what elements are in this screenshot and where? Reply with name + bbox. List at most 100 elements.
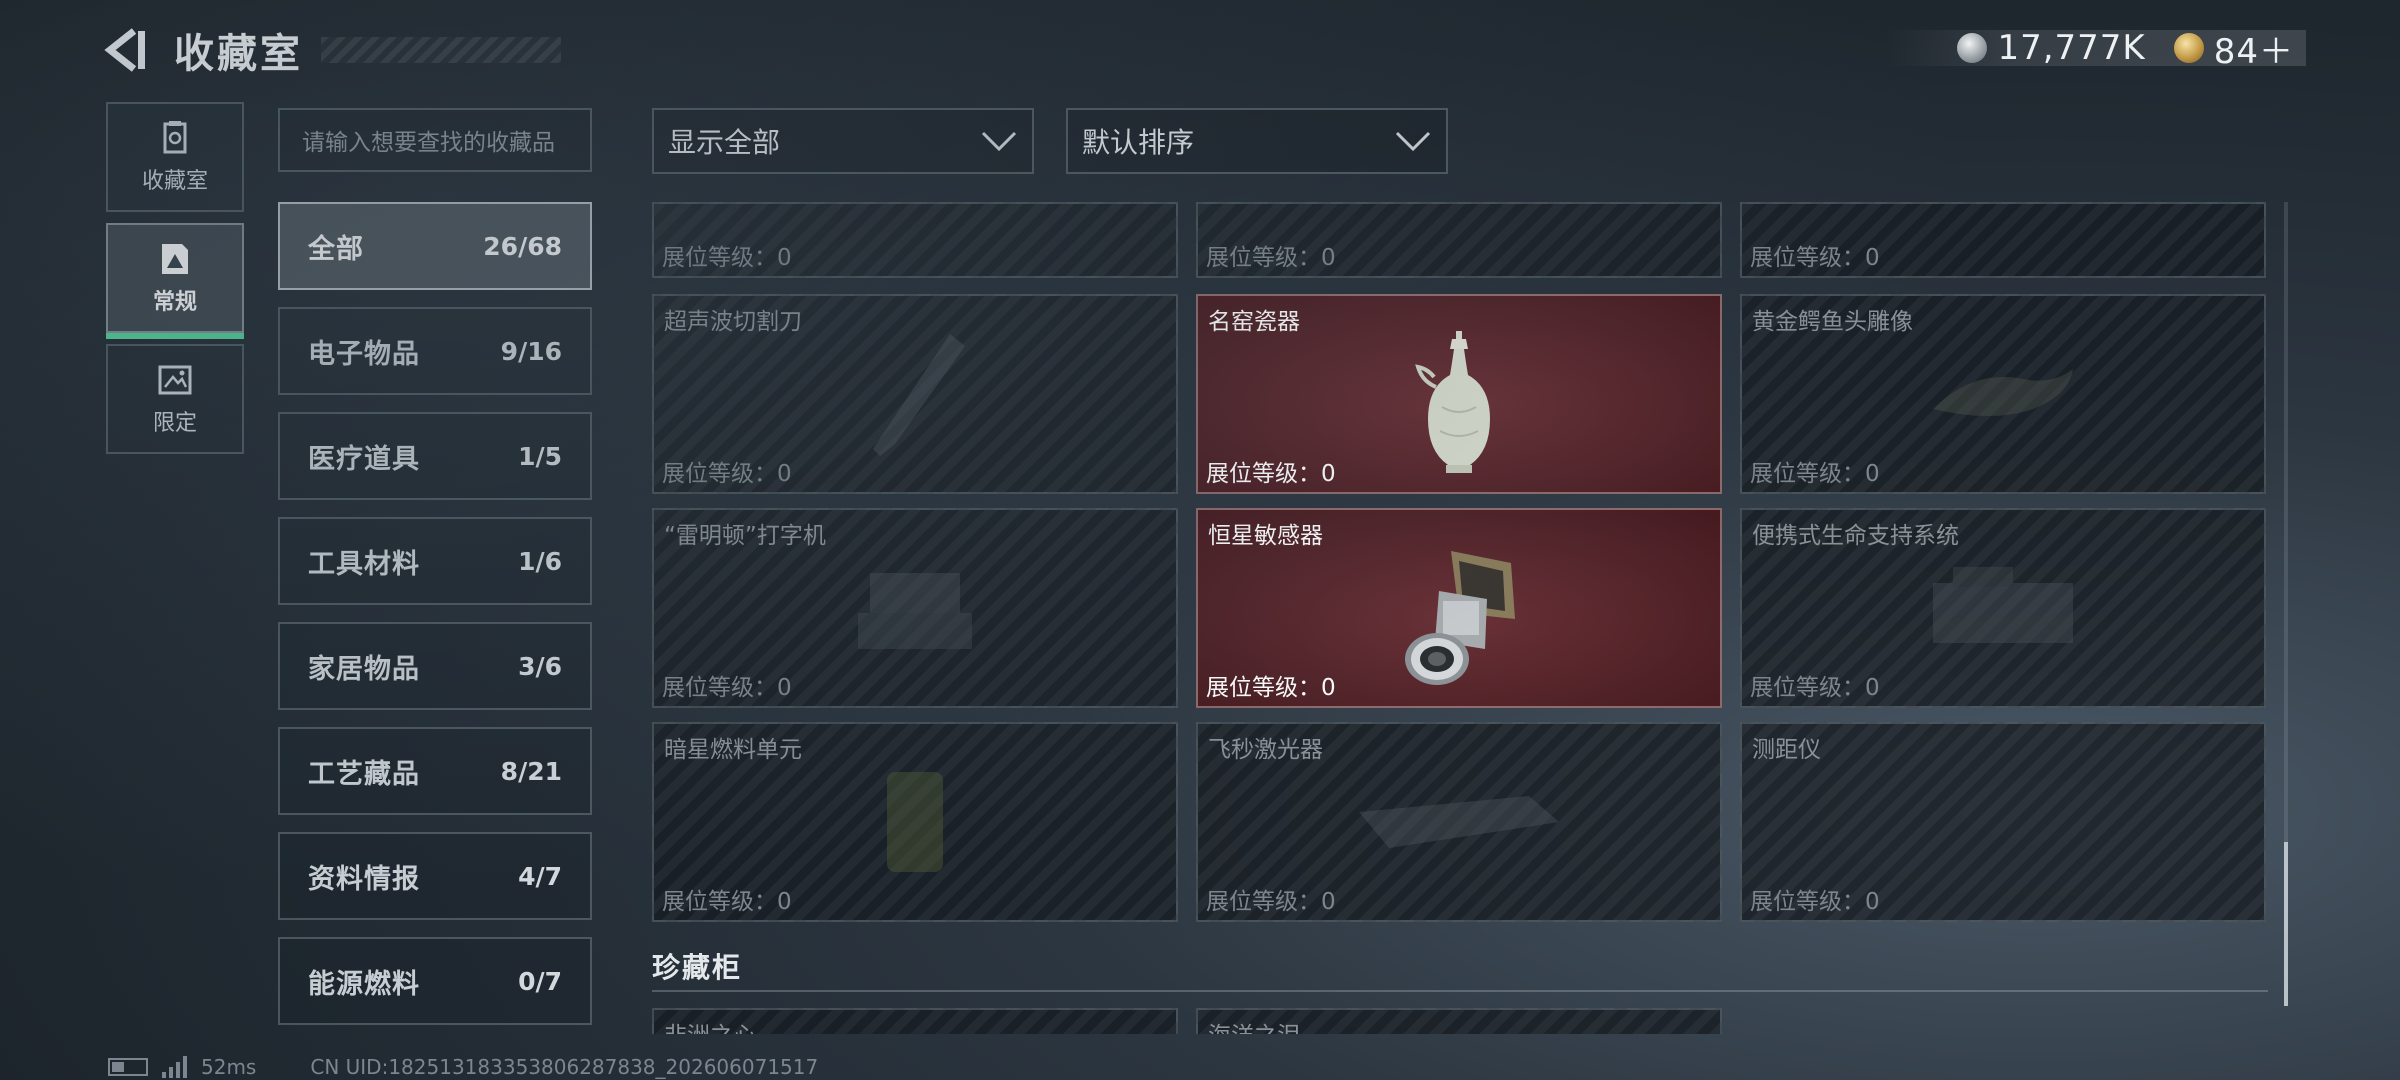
category-label: 家居物品 — [308, 653, 420, 685]
nav-label: 常规 — [152, 290, 197, 315]
side-nav: 收藏室 常规 限定 — [106, 102, 244, 465]
collection-card-owned[interactable]: 恒星敏感器 展位等级：0 — [1196, 508, 1722, 708]
dark-star-fuel-cell-silhouette-icon — [887, 772, 943, 872]
treasure-card[interactable]: 海洋之泪 — [1196, 1008, 1722, 1034]
category-tools[interactable]: 工具材料 1/6 — [278, 517, 592, 605]
nav-limited[interactable]: 限定 — [106, 344, 244, 454]
category-label: 全部 — [308, 233, 364, 265]
life-support-system-silhouette-icon — [1933, 567, 2073, 643]
item-name: 超声波切割刀 — [664, 309, 802, 335]
item-name: 海洋之泪 — [1208, 1016, 1300, 1034]
collection-card[interactable]: 超声波切割刀 展位等级：0 — [652, 294, 1178, 494]
booth-level: 展位等级：0 — [1750, 245, 1880, 271]
booth-level: 展位等级：0 — [1750, 675, 1880, 701]
limited-icon — [158, 365, 192, 395]
booth-level: 展位等级：0 — [1750, 461, 1880, 487]
item-name: 非洲之心 — [664, 1016, 756, 1034]
nav-label: 限定 — [152, 411, 197, 436]
section-title: 珍藏柜 — [652, 951, 743, 984]
collection-card[interactable]: 测距仪 展位等级：0 — [1740, 722, 2266, 922]
golden-crocodile-statue-silhouette-icon — [1933, 369, 2073, 416]
collection-room-icon — [163, 121, 187, 154]
category-label: 资料情报 — [308, 863, 420, 895]
gold-coin-icon — [2173, 33, 2204, 63]
category-energy[interactable]: 能源燃料 0/7 — [278, 937, 592, 1025]
ultrasonic-cutter-silhouette-icon — [873, 334, 965, 456]
item-name: 暗星燃料单元 — [664, 737, 802, 763]
booth-level: 展位等级：0 — [1750, 889, 1880, 915]
collection-card[interactable]: 黄金鳄鱼头雕像 展位等级：0 — [1740, 294, 2266, 494]
collection-card[interactable]: 展位等级：0 — [652, 202, 1178, 278]
ping-value: 52ms — [201, 1055, 257, 1079]
category-count: 3/6 — [518, 651, 562, 681]
grid-scrollbar[interactable] — [2284, 202, 2288, 1006]
collection-card[interactable]: 飞秒激光器 展位等级：0 — [1196, 722, 1722, 922]
category-crafts[interactable]: 工艺藏品 8/21 — [278, 727, 592, 815]
booth-level: 展位等级：0 — [1206, 675, 1336, 701]
category-label: 电子物品 — [308, 338, 420, 370]
header: 收藏室 — [104, 22, 561, 78]
category-label: 医疗道具 — [308, 443, 420, 475]
category-column: 请输入想要查找的收藏品 全部 26/68 电子物品 9/16 医疗道具 1/5 … — [278, 108, 592, 1042]
currency-bar: 17,777K 84＋ — [1886, 28, 2306, 72]
collection-card[interactable]: 便携式生命支持系统 展位等级：0 — [1740, 508, 2266, 708]
gold-currency-value[interactable]: 84＋ — [2214, 24, 2294, 73]
silver-coin-icon — [1957, 33, 1988, 63]
booth-level: 展位等级：0 — [1206, 461, 1336, 487]
battery-icon — [108, 1058, 148, 1076]
chevron-down-icon — [981, 131, 1017, 152]
category-household[interactable]: 家居物品 3/6 — [278, 622, 592, 710]
booth-level: 展位等级：0 — [1206, 889, 1336, 915]
booth-level: 展位等级：0 — [1206, 245, 1336, 271]
booth-level: 展位等级：0 — [662, 245, 792, 271]
item-name: 便携式生命支持系统 — [1752, 523, 1959, 549]
item-name: 测距仪 — [1752, 737, 1821, 763]
back-arrow-icon[interactable] — [104, 27, 148, 73]
collection-card[interactable]: 暗星燃料单元 展位等级：0 — [652, 722, 1178, 922]
collection-grid: 展位等级：0 展位等级：0 展位等级：0 超声波切割刀 展位等级：0 名窑瓷器 … — [652, 202, 2268, 1034]
booth-level: 展位等级：0 — [662, 889, 792, 915]
typewriter-silhouette-icon — [858, 573, 972, 649]
scrollbar-thumb[interactable] — [2284, 842, 2288, 1006]
section-divider — [652, 990, 2268, 992]
title-decoration — [321, 37, 561, 63]
category-count: 26/68 — [483, 231, 562, 261]
booth-level: 展位等级：0 — [662, 461, 792, 487]
item-name: 恒星敏感器 — [1208, 523, 1323, 549]
femtosecond-laser-silhouette-icon — [1359, 796, 1559, 848]
collection-card[interactable]: 展位等级：0 — [1740, 202, 2266, 278]
silver-currency-value: 17,777K — [1997, 28, 2146, 68]
search-input[interactable]: 请输入想要查找的收藏品 — [278, 108, 592, 172]
category-count: 9/16 — [500, 336, 562, 366]
porcelain-vase-icon — [1415, 330, 1490, 473]
category-count: 8/21 — [500, 756, 562, 786]
collection-card[interactable]: 展位等级：0 — [1196, 202, 1722, 278]
category-medical[interactable]: 医疗道具 1/5 — [278, 412, 592, 500]
category-label: 能源燃料 — [308, 968, 420, 1000]
category-all[interactable]: 全部 26/68 — [278, 202, 592, 290]
chevron-down-icon — [1395, 131, 1431, 152]
collection-card-owned[interactable]: 名窑瓷器 展位等级：0 — [1196, 294, 1722, 494]
nav-collection-room[interactable]: 收藏室 — [106, 102, 244, 212]
category-label: 工艺藏品 — [308, 758, 420, 790]
item-name: 飞秒激光器 — [1208, 737, 1323, 763]
category-electronics[interactable]: 电子物品 9/16 — [278, 307, 592, 395]
sort-dropdown[interactable]: 默认排序 — [1066, 108, 1448, 174]
nav-regular[interactable]: 常规 — [106, 223, 244, 339]
item-name: “雷明顿”打字机 — [664, 523, 826, 549]
item-name: 黄金鳄鱼头雕像 — [1752, 309, 1913, 335]
category-label: 工具材料 — [308, 548, 420, 580]
category-count: 1/6 — [518, 546, 562, 576]
nav-label: 收藏室 — [141, 169, 208, 194]
signal-icon — [162, 1056, 187, 1078]
category-intel[interactable]: 资料情报 4/7 — [278, 832, 592, 920]
collection-card[interactable]: “雷明顿”打字机 展位等级：0 — [652, 508, 1178, 708]
regular-icon — [162, 244, 188, 274]
treasure-card[interactable]: 非洲之心 — [652, 1008, 1178, 1034]
status-footer: 52ms CN UID:18251318335380628783​8_20260… — [108, 1054, 818, 1080]
category-count: 0/7 — [518, 966, 562, 996]
page-title: 收藏室 — [174, 31, 303, 77]
category-count: 4/7 — [518, 861, 562, 891]
display-filter-dropdown[interactable]: 显示全部 — [652, 108, 1034, 174]
star-sensor-icon — [1405, 550, 1515, 685]
